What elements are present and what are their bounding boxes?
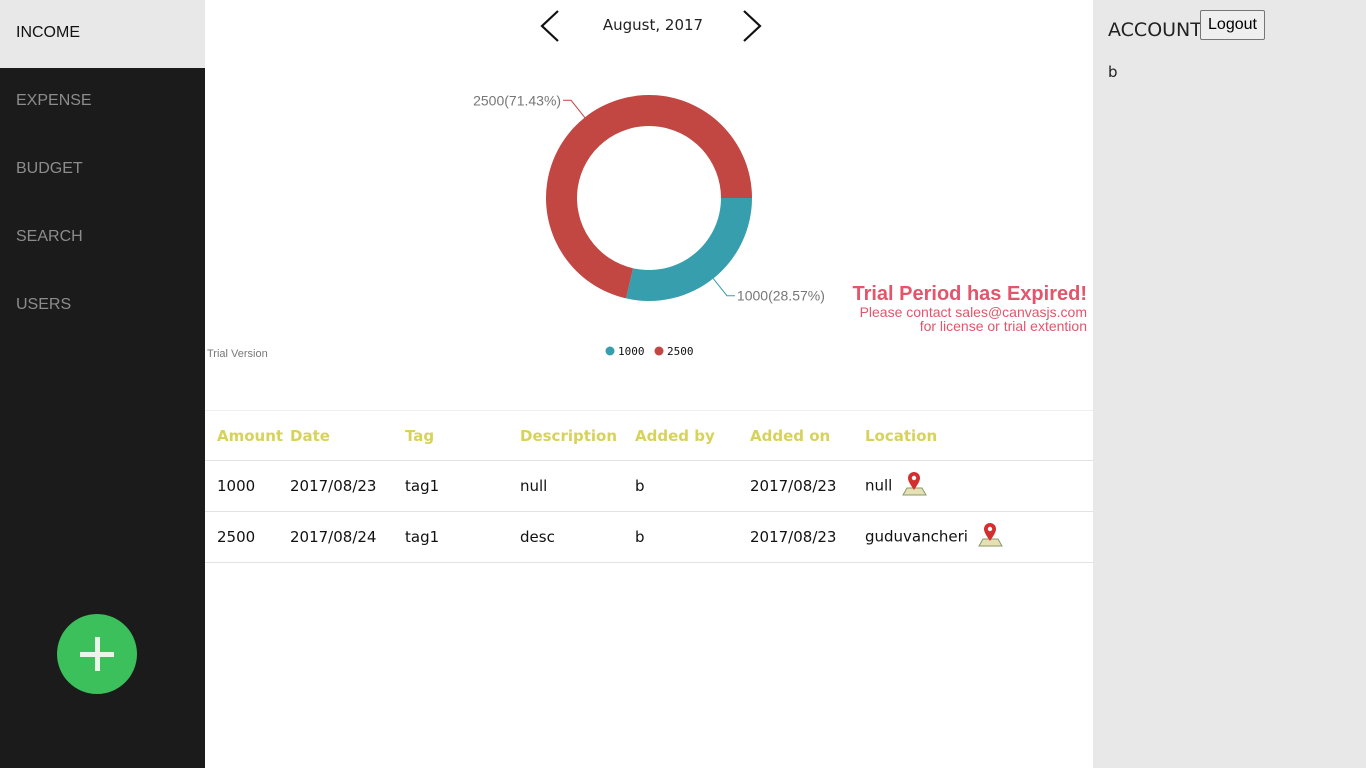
income-table: Amount Date Tag Description Added by Add…: [205, 410, 1093, 563]
plus-icon-vertical: [95, 637, 100, 671]
column-header-added-by[interactable]: Added by: [635, 410, 750, 461]
column-header-description[interactable]: Description: [520, 410, 635, 461]
table-header-row: Amount Date Tag Description Added by Add…: [205, 410, 1093, 461]
logout-button[interactable]: Logout: [1200, 10, 1265, 40]
sidebar-item-budget[interactable]: BUDGET: [0, 136, 205, 204]
pie-data-label: 1000(28.57%): [737, 288, 825, 304]
map-pin-icon[interactable]: [901, 471, 928, 501]
map-pin-icon[interactable]: [977, 522, 1003, 552]
income-chart: 1000(28.57%) 2500(71.43%) 1000 2500 Trial V…: [205, 60, 1093, 380]
column-header-date[interactable]: Date: [290, 410, 405, 461]
sidebar-item-search[interactable]: SEARCH: [0, 204, 205, 272]
cell-amount: 2500: [205, 511, 290, 563]
legend-label[interactable]: 2500: [667, 345, 694, 358]
cell-location: guduvancheri: [865, 511, 1093, 563]
table-row[interactable]: 1000 2017/08/23 tag1 null b 2017/08/23 n…: [205, 460, 1093, 512]
cell-location: null: [865, 460, 1093, 512]
trial-expired-line2: for license or trial extention: [919, 318, 1087, 334]
trial-expired-notice: Trial Period has Expired! Please contact…: [852, 283, 1087, 333]
account-title: ACCOUNT: [1108, 19, 1202, 41]
trial-expired-line1: Please contact sales@canvasjs.com: [859, 304, 1087, 320]
cell-description: desc: [520, 511, 635, 563]
sidebar-item-expense[interactable]: EXPENSE: [0, 68, 205, 136]
sidebar-item-income[interactable]: INCOME: [0, 0, 205, 68]
location-text: guduvancheri: [865, 527, 968, 546]
previous-month-button[interactable]: [538, 8, 568, 44]
next-month-button[interactable]: [736, 8, 766, 44]
month-navigator: August, 2017: [538, 8, 768, 44]
trial-version-label: Trial Version: [207, 348, 268, 360]
column-header-amount[interactable]: Amount: [205, 410, 290, 461]
cell-date: 2017/08/23: [290, 460, 405, 512]
chevron-left-icon: [540, 10, 559, 42]
legend-marker: [654, 346, 664, 356]
cell-added-on: 2017/08/23: [750, 460, 865, 512]
account-username: b: [1108, 63, 1118, 81]
main-content: August, 2017 1000(28.57%) 2500(71.43%) 100…: [205, 0, 1093, 768]
sidebar: INCOME EXPENSE BUDGET SEARCH USERS: [0, 0, 205, 768]
pie-label-connector: [711, 276, 735, 297]
column-header-location[interactable]: Location: [865, 410, 1093, 461]
legend-label[interactable]: 1000: [618, 345, 645, 358]
cell-date: 2017/08/24: [290, 511, 405, 563]
account-panel: ACCOUNT Logout b: [1093, 0, 1366, 768]
add-button[interactable]: [57, 614, 137, 694]
trial-expired-title: Trial Period has Expired!: [852, 283, 1087, 305]
sidebar-item-users[interactable]: USERS: [0, 272, 205, 340]
location-text: null: [865, 476, 893, 495]
pie-slice-1000[interactable]: [626, 198, 752, 301]
pie-data-label: 2500(71.43%): [473, 92, 561, 108]
cell-description: null: [520, 460, 635, 512]
cell-added-by: b: [635, 460, 750, 512]
cell-added-on: 2017/08/23: [750, 511, 865, 563]
pie-label-connector: [563, 99, 587, 120]
table-row[interactable]: 2500 2017/08/24 tag1 desc b 2017/08/23 g…: [205, 511, 1093, 563]
chevron-right-icon: [743, 10, 762, 42]
month-label: August, 2017: [602, 16, 704, 34]
cell-tag: tag1: [405, 460, 520, 512]
column-header-tag[interactable]: Tag: [405, 410, 520, 461]
cell-tag: tag1: [405, 511, 520, 563]
cell-amount: 1000: [205, 460, 290, 512]
legend-marker: [605, 346, 615, 356]
cell-added-by: b: [635, 511, 750, 563]
column-header-added-on[interactable]: Added on: [750, 410, 865, 461]
